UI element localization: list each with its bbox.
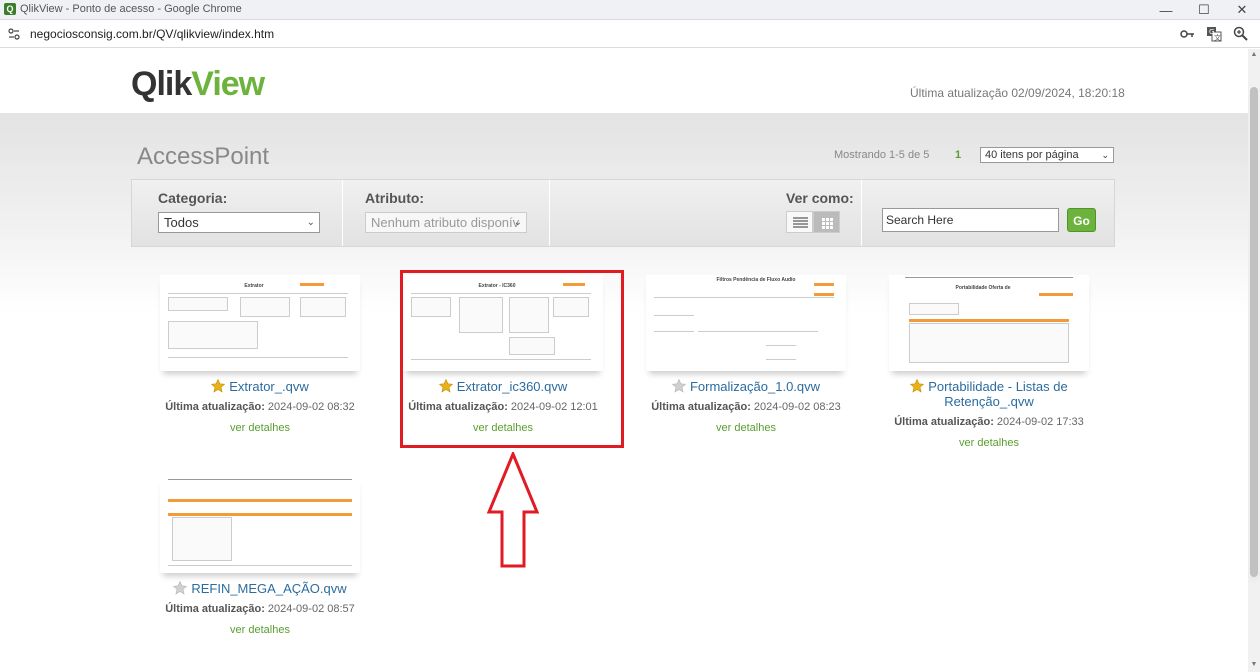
window-title: QlikView - Ponto de acesso - Google Chro… bbox=[20, 3, 242, 15]
thumbnail-line bbox=[766, 359, 796, 360]
thumbnail-box bbox=[909, 323, 1069, 363]
pager-page-1[interactable]: 1 bbox=[955, 149, 961, 161]
zoom-icon[interactable] bbox=[1233, 26, 1249, 42]
last-update-text: Última atualização 02/09/2024, 18:20:18 bbox=[910, 86, 1125, 100]
scroll-up-icon[interactable]: ▲ bbox=[1250, 51, 1258, 59]
thumbnail-line bbox=[168, 479, 352, 480]
items-per-page-value: 40 itens por página bbox=[985, 149, 1079, 161]
view-details-link[interactable]: ver detalhes bbox=[148, 624, 372, 636]
url-field[interactable]: negociosconsig.com.br/QV/qlikview/index.… bbox=[30, 27, 274, 41]
document-updated: Última atualização: 2024-09-02 17:33 bbox=[894, 416, 1084, 428]
qlikview-logo: QlikView bbox=[131, 65, 265, 103]
view-details-link[interactable]: ver detalhes bbox=[634, 422, 858, 434]
document-updated: Última atualização: 2024-09-02 08:23 bbox=[651, 401, 841, 413]
key-icon[interactable] bbox=[1179, 26, 1195, 42]
document-thumbnail[interactable] bbox=[160, 477, 360, 573]
document-card[interactable]: Filtros Pendência de Fluxo Audio Formali… bbox=[634, 275, 858, 465]
star-filled-icon[interactable] bbox=[211, 379, 226, 393]
qlikview-favicon-icon: Q bbox=[4, 3, 16, 15]
star-empty-icon[interactable] bbox=[173, 581, 188, 595]
view-as-label: Ver como: bbox=[786, 190, 854, 206]
page-scrollbar[interactable]: ▲ ▼ bbox=[1248, 49, 1260, 672]
thumbnail-title: Portabilidade Oferta de bbox=[955, 285, 1011, 291]
document-updated: Última atualização: 2024-09-02 08:32 bbox=[165, 401, 355, 413]
thumbnail-box bbox=[300, 297, 346, 317]
chevron-down-icon: ⌄ bbox=[306, 217, 315, 228]
thumbnail-bar bbox=[300, 283, 324, 286]
thumbnail-box bbox=[240, 297, 290, 317]
items-per-page-select[interactable]: 40 itens por página ⌄ bbox=[980, 147, 1114, 163]
minimize-icon[interactable]: — bbox=[1146, 0, 1186, 20]
document-card[interactable]: REFIN_MEGA_AÇÃO.qvw Última atualização: … bbox=[148, 477, 372, 667]
scrollbar-thumb[interactable] bbox=[1250, 87, 1258, 577]
star-filled-icon[interactable] bbox=[910, 379, 925, 393]
filter-bar: Categoria: Todos ⌄ Atributo: Nenhum atri… bbox=[131, 179, 1115, 247]
view-details-link[interactable]: ver detalhes bbox=[148, 422, 372, 434]
attribute-select[interactable]: Nenhum atributo disponív ⌄ bbox=[365, 212, 527, 233]
thumbnail-bar bbox=[814, 293, 834, 296]
thumbnail-line bbox=[905, 277, 1073, 278]
thumbnail-line bbox=[168, 565, 352, 566]
translate-icon[interactable]: G 文 bbox=[1206, 26, 1222, 42]
attribute-value: Nenhum atributo disponív bbox=[371, 215, 520, 230]
chevron-down-icon: ⌄ bbox=[513, 217, 522, 228]
thumbnail-line bbox=[698, 331, 818, 332]
thumbnail-box bbox=[168, 297, 228, 311]
list-view-button[interactable] bbox=[786, 211, 813, 233]
search-input[interactable]: Search Here bbox=[882, 208, 1059, 232]
page-content: QlikView Última atualização 02/09/2024, … bbox=[0, 49, 1248, 672]
attribute-filter: Atributo: Nenhum atributo disponív ⌄ bbox=[343, 180, 550, 246]
go-button[interactable]: Go bbox=[1067, 208, 1096, 232]
document-thumbnail[interactable]: Portabilidade Oferta de bbox=[889, 275, 1089, 371]
category-value: Todos bbox=[164, 215, 199, 230]
page-title: AccessPoint bbox=[137, 143, 270, 170]
scroll-down-icon[interactable]: ▼ bbox=[1250, 661, 1258, 669]
thumbnail-line bbox=[766, 345, 796, 346]
document-card[interactable]: Portabilidade Oferta de Portabilidade - … bbox=[877, 275, 1101, 465]
thumbnail-bar bbox=[1039, 293, 1073, 296]
grid-view-button[interactable] bbox=[813, 211, 840, 233]
category-label: Categoria: bbox=[158, 190, 228, 206]
thumbnail-box bbox=[168, 321, 258, 349]
thumbnail-box bbox=[909, 303, 959, 315]
document-name[interactable]: Extrator_.qvw bbox=[148, 379, 372, 394]
document-card[interactable]: Extrator Extrator_.qvw Última atualizaçã… bbox=[148, 275, 372, 465]
thumbnail-line bbox=[168, 293, 348, 294]
category-select[interactable]: Todos ⌄ bbox=[158, 212, 320, 233]
document-updated: Última atualização: 2024-09-02 08:57 bbox=[165, 603, 355, 615]
document-name[interactable]: Portabilidade - Listas de Retenção_.qvw bbox=[877, 379, 1101, 409]
attribute-label: Atributo: bbox=[365, 190, 425, 206]
list-view-icon bbox=[793, 217, 808, 228]
grid-view-icon bbox=[822, 218, 833, 229]
document-thumbnail[interactable]: Filtros Pendência de Fluxo Audio bbox=[646, 275, 846, 371]
star-empty-icon[interactable] bbox=[671, 379, 686, 393]
pager-showing: Mostrando 1-5 de 5 bbox=[834, 149, 930, 161]
document-name[interactable]: REFIN_MEGA_AÇÃO.qvw bbox=[148, 581, 372, 596]
document-name[interactable]: Formalização_1.0.qvw bbox=[634, 379, 858, 394]
view-details-link[interactable]: ver detalhes bbox=[877, 437, 1101, 449]
page-header: QlikView Última atualização 02/09/2024, … bbox=[0, 49, 1248, 113]
thumbnail-bar bbox=[168, 499, 352, 502]
view-as-section: Ver como: bbox=[550, 180, 862, 246]
thumbnail-line bbox=[654, 331, 694, 332]
svg-text:文: 文 bbox=[1214, 33, 1221, 42]
thumbnail-title: Filtros Pendência de Fluxo Audio bbox=[716, 277, 796, 283]
arrow-up-icon bbox=[487, 452, 539, 568]
thumbnail-line bbox=[168, 357, 348, 358]
site-settings-icon[interactable] bbox=[8, 28, 20, 40]
thumbnail-box bbox=[172, 517, 232, 561]
document-thumbnail[interactable]: Extrator bbox=[160, 275, 360, 371]
browser-titlebar: Q QlikView - Ponto de acesso - Google Ch… bbox=[0, 0, 1260, 20]
thumbnail-bar bbox=[909, 319, 1069, 322]
thumbnail-line bbox=[654, 315, 694, 316]
thumbnail-bar bbox=[814, 283, 834, 286]
thumbnail-line bbox=[654, 297, 834, 298]
category-filter: Categoria: Todos ⌄ bbox=[132, 180, 343, 246]
chevron-down-icon: ⌄ bbox=[1101, 150, 1109, 160]
thumbnail-bar bbox=[168, 513, 352, 516]
highlight-box bbox=[400, 270, 624, 448]
close-icon[interactable]: ✕ bbox=[1222, 0, 1260, 20]
address-bar: negociosconsig.com.br/QV/qlikview/index.… bbox=[0, 20, 1260, 48]
maximize-icon[interactable]: ☐ bbox=[1184, 0, 1224, 20]
